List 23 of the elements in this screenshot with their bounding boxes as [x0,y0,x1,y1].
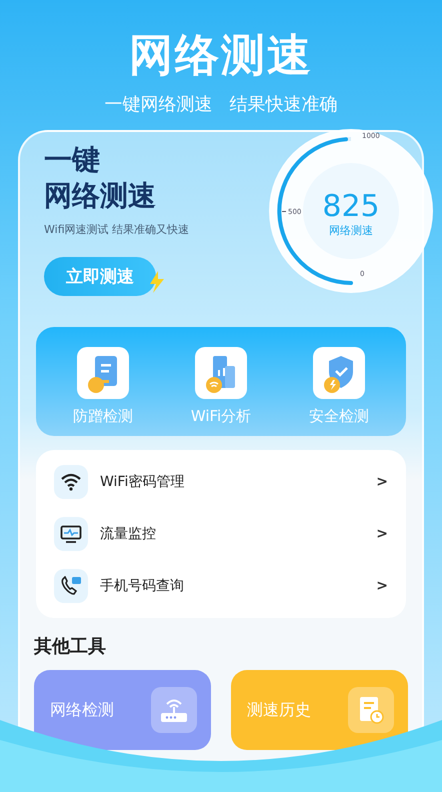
hero-title: 网络测速 [44,178,156,214]
chevron-icon: > [376,526,388,542]
menu-item[interactable]: WiFi密码管理 [100,473,364,491]
menu-item[interactable]: 流量监控 [100,525,364,543]
start-test-button[interactable]: 立即测速 [44,257,156,296]
phone-icon [60,576,82,596]
section-heading: 其他工具 [34,635,107,658]
tool-card[interactable]: 测速历史 [231,670,408,750]
monitor-icon [60,525,82,543]
tick-mark [282,211,286,212]
speed-value: 825 [322,189,380,224]
wifi-icon [60,473,82,491]
app-title: 网络测速 [129,29,313,83]
hero-title: 一键 [44,142,100,178]
tool-card[interactable]: 网络检测 [34,670,211,750]
chevron-icon: > [376,578,388,594]
speed-caption: 网络测速 [329,224,373,237]
history-icon [357,695,385,725]
hero-tagline: Wifi网速测试 结果准确又快速 [44,222,190,237]
bolt-icon [150,270,164,292]
chevron-icon: > [376,474,388,490]
menu-item[interactable]: 手机号码查询 [100,577,364,595]
app-subtitle: 一键网络测速 结果快速准确 [104,93,338,116]
